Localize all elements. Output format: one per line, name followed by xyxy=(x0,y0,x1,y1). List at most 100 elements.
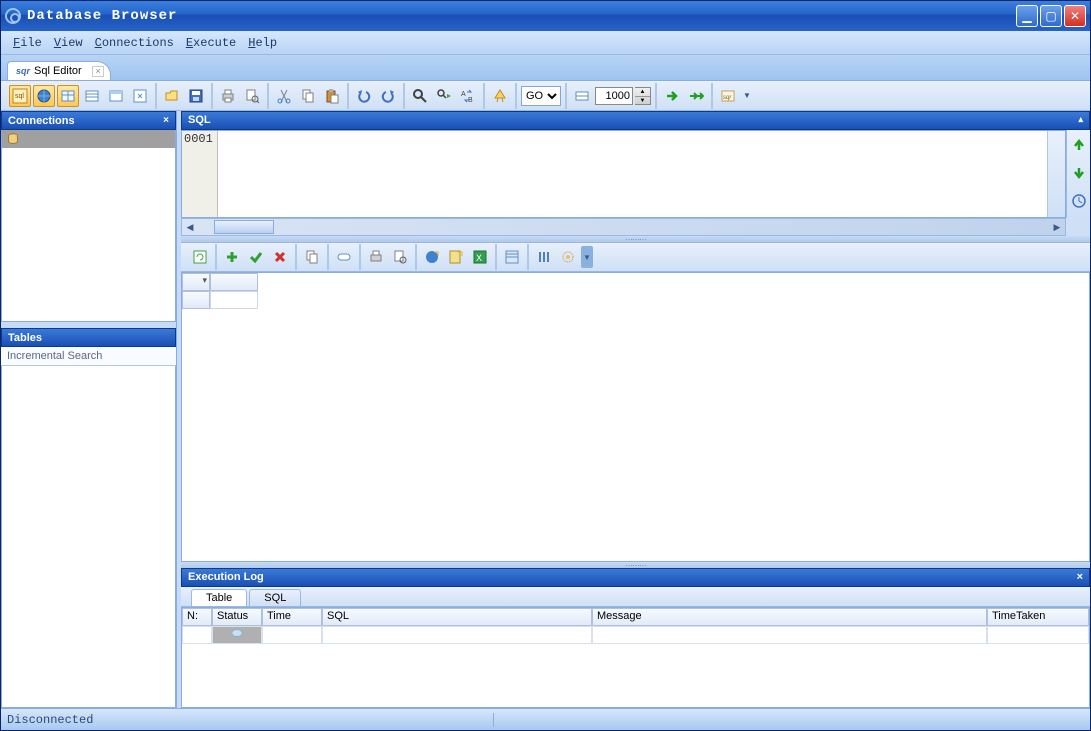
grid-col-header[interactable] xyxy=(210,273,258,291)
title-bar: Database Browser ▁ ▢ ✕ xyxy=(1,1,1090,31)
log-col-message[interactable]: Message xyxy=(592,608,987,626)
log-cell-message xyxy=(592,626,987,644)
menu-bar: File View Connections Execute Help xyxy=(1,31,1090,55)
log-cell-time xyxy=(262,626,322,644)
open-button[interactable] xyxy=(161,85,183,107)
tab-sql-editor[interactable]: sqr Sql Editor × xyxy=(7,61,111,80)
view-tables-toggle[interactable] xyxy=(57,85,79,107)
row-limit-spinner[interactable]: ▲▼ xyxy=(635,87,651,105)
log-tab-table[interactable]: Table xyxy=(191,589,247,606)
results-grid[interactable] xyxy=(181,272,1090,562)
table-row[interactable] xyxy=(182,626,1089,644)
filter-button[interactable] xyxy=(557,246,579,268)
undo-button[interactable] xyxy=(353,85,375,107)
grid-corner[interactable] xyxy=(182,273,210,291)
svg-text:A: A xyxy=(461,91,466,98)
prev-sql-button[interactable] xyxy=(1068,134,1090,156)
log-col-timetaken[interactable]: TimeTaken xyxy=(987,608,1089,626)
add-row-button[interactable] xyxy=(221,246,243,268)
window-title: Database Browser xyxy=(27,8,1016,24)
delete-row-button[interactable] xyxy=(269,246,291,268)
view-log-button[interactable] xyxy=(105,85,127,107)
print-preview-button[interactable] xyxy=(241,85,263,107)
execlog-close-icon[interactable]: × xyxy=(1077,571,1083,584)
execlog-title: Execution Log xyxy=(188,571,264,584)
menu-execute[interactable]: Execute xyxy=(182,34,240,52)
dropdown-icon[interactable]: ▼ xyxy=(741,85,753,107)
log-col-time[interactable]: Time xyxy=(262,608,322,626)
execute-all-button[interactable] xyxy=(685,85,707,107)
log-grid: N: Status Time SQL Message TimeTaken xyxy=(181,607,1090,708)
connections-close-icon[interactable]: × xyxy=(163,115,169,126)
incremental-search-input[interactable]: Incremental Search xyxy=(1,347,176,366)
minimize-button[interactable]: ▁ xyxy=(1016,5,1038,27)
sql-side-toolbar xyxy=(1066,130,1090,218)
connections-title: Connections xyxy=(8,115,75,127)
row-selector[interactable] xyxy=(182,291,210,309)
log-col-n[interactable]: N: xyxy=(182,608,212,626)
cut-button[interactable] xyxy=(273,85,295,107)
grid-cell[interactable] xyxy=(210,291,258,309)
sql-editor-body: 0001 xyxy=(181,130,1066,218)
preview-grid-button[interactable] xyxy=(389,246,411,268)
limit-toggle-button[interactable] xyxy=(571,85,593,107)
sql-text-editor[interactable] xyxy=(218,131,1047,217)
view-browser-toggle[interactable] xyxy=(33,85,55,107)
close-button[interactable]: ✕ xyxy=(1064,5,1086,27)
menu-view[interactable]: View xyxy=(50,34,87,52)
export-csv-button[interactable] xyxy=(445,246,467,268)
copy-button[interactable] xyxy=(297,85,319,107)
menu-connections[interactable]: Connections xyxy=(91,34,178,52)
maximize-button[interactable]: ▢ xyxy=(1040,5,1062,27)
connections-panel-header: Connections × xyxy=(1,111,176,130)
collapse-icon[interactable]: ▴ xyxy=(1078,114,1083,127)
redo-button[interactable] xyxy=(377,85,399,107)
log-tab-sql[interactable]: SQL xyxy=(249,589,301,606)
menu-help[interactable]: Help xyxy=(244,34,281,52)
menu-file[interactable]: File xyxy=(9,34,46,52)
form-view-button[interactable] xyxy=(501,246,523,268)
view-grid-button[interactable] xyxy=(81,85,103,107)
scroll-left-icon[interactable]: ◀ xyxy=(182,219,198,235)
scroll-thumb[interactable] xyxy=(214,220,274,234)
table-row[interactable] xyxy=(182,291,1089,309)
blob-view-button[interactable] xyxy=(333,246,355,268)
paste-button[interactable] xyxy=(321,85,343,107)
print-grid-button[interactable] xyxy=(365,246,387,268)
copy-grid-button[interactable] xyxy=(301,246,323,268)
export-html-button[interactable] xyxy=(421,246,443,268)
find-button[interactable] xyxy=(409,85,431,107)
replace-button[interactable]: AB xyxy=(457,85,479,107)
history-button[interactable] xyxy=(1068,190,1090,212)
refresh-grid-button[interactable] xyxy=(189,246,211,268)
log-col-sql[interactable]: SQL xyxy=(322,608,592,626)
next-sql-button[interactable] xyxy=(1068,162,1090,184)
view-reset-button[interactable] xyxy=(129,85,151,107)
connection-item[interactable] xyxy=(2,130,175,148)
export-excel-button[interactable]: X xyxy=(469,246,491,268)
view-sql-toggle[interactable]: sql xyxy=(9,85,31,107)
row-limit-input[interactable] xyxy=(595,87,633,105)
print-button[interactable] xyxy=(217,85,239,107)
main-toolbar: sql AB xyxy=(1,81,1090,111)
line-gutter: 0001 xyxy=(182,131,218,217)
sql-options-button[interactable]: sqr xyxy=(717,85,739,107)
execute-button[interactable] xyxy=(661,85,683,107)
format-sql-button[interactable] xyxy=(489,85,511,107)
execute-mode-select[interactable]: GO xyxy=(521,86,561,106)
scroll-right-icon[interactable]: ▶ xyxy=(1049,219,1065,235)
log-col-status[interactable]: Status xyxy=(212,608,262,626)
save-button[interactable] xyxy=(185,85,207,107)
editor-hscrollbar[interactable]: ◀ ▶ xyxy=(181,218,1066,236)
log-cell-timetaken xyxy=(987,626,1089,644)
find-next-button[interactable] xyxy=(433,85,455,107)
dropdown-icon-2[interactable]: ▼ xyxy=(581,246,593,268)
tab-close-icon[interactable]: × xyxy=(92,66,103,77)
commit-button[interactable] xyxy=(245,246,267,268)
columns-button[interactable] xyxy=(533,246,555,268)
app-window: Database Browser ▁ ▢ ✕ File View Connect… xyxy=(0,0,1091,731)
editor-vscrollbar[interactable] xyxy=(1047,131,1065,217)
svg-text:sqr: sqr xyxy=(723,95,732,101)
tables-panel-header: Tables xyxy=(1,328,176,347)
tab-label: Sql Editor xyxy=(34,65,82,77)
